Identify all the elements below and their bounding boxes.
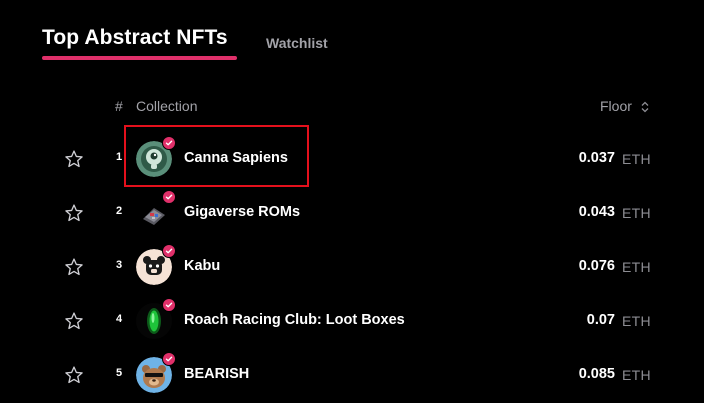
verified-badge-icon	[162, 244, 176, 258]
floor-price: 0.043	[578, 204, 615, 220]
table-row[interactable]: 4 Roach Racing Club: Loot Boxes 0.07 ETH	[0, 294, 704, 348]
currency-unit: ETH	[622, 259, 651, 275]
floor-price: 0.07	[586, 312, 615, 328]
currency-unit: ETH	[622, 151, 651, 167]
table-header: # Collection Floor	[0, 98, 704, 118]
collection-name[interactable]: BEARISH	[184, 366, 249, 382]
star-icon[interactable]	[64, 257, 84, 277]
tab-watchlist[interactable]: Watchlist	[266, 35, 328, 51]
floor-price: 0.076	[578, 258, 615, 274]
currency-unit: ETH	[622, 205, 651, 221]
table-row[interactable]: 1 Canna Sapiens 0.037 ETH	[0, 132, 704, 186]
active-tab-underline	[42, 56, 237, 60]
table-row[interactable]: 2 Gigaverse ROMs 0.043 ETH	[0, 186, 704, 240]
table-row[interactable]: 3 Kabu 0.076 ETH	[0, 240, 704, 294]
rank-number: 4	[115, 313, 123, 325]
star-icon[interactable]	[64, 203, 84, 223]
currency-unit: ETH	[622, 367, 651, 383]
collection-name[interactable]: Gigaverse ROMs	[184, 204, 300, 220]
column-header-floor[interactable]: Floor	[600, 98, 632, 114]
star-icon[interactable]	[64, 149, 84, 169]
verified-badge-icon	[162, 298, 176, 312]
tab-bar: Top Abstract NFTs Watchlist	[42, 26, 372, 60]
rank-number: 2	[115, 205, 123, 217]
table-row[interactable]: 5 BEARISH 0.085 ETH	[0, 348, 704, 402]
floor-price: 0.085	[578, 366, 615, 382]
rank-number: 3	[115, 259, 123, 271]
collection-name[interactable]: Kabu	[184, 258, 220, 274]
star-icon[interactable]	[64, 365, 84, 385]
column-header-collection: Collection	[136, 98, 198, 114]
tab-top-abstract-nfts[interactable]: Top Abstract NFTs	[42, 26, 228, 50]
floor-price: 0.037	[578, 150, 615, 166]
rank-number: 5	[115, 367, 123, 379]
verified-badge-icon	[162, 352, 176, 366]
column-header-rank: #	[115, 98, 123, 114]
highlight-box	[124, 125, 309, 187]
collection-name[interactable]: Roach Racing Club: Loot Boxes	[184, 312, 405, 328]
star-icon[interactable]	[64, 311, 84, 331]
currency-unit: ETH	[622, 313, 651, 329]
sort-icon[interactable]	[640, 100, 650, 114]
verified-badge-icon	[162, 190, 176, 204]
